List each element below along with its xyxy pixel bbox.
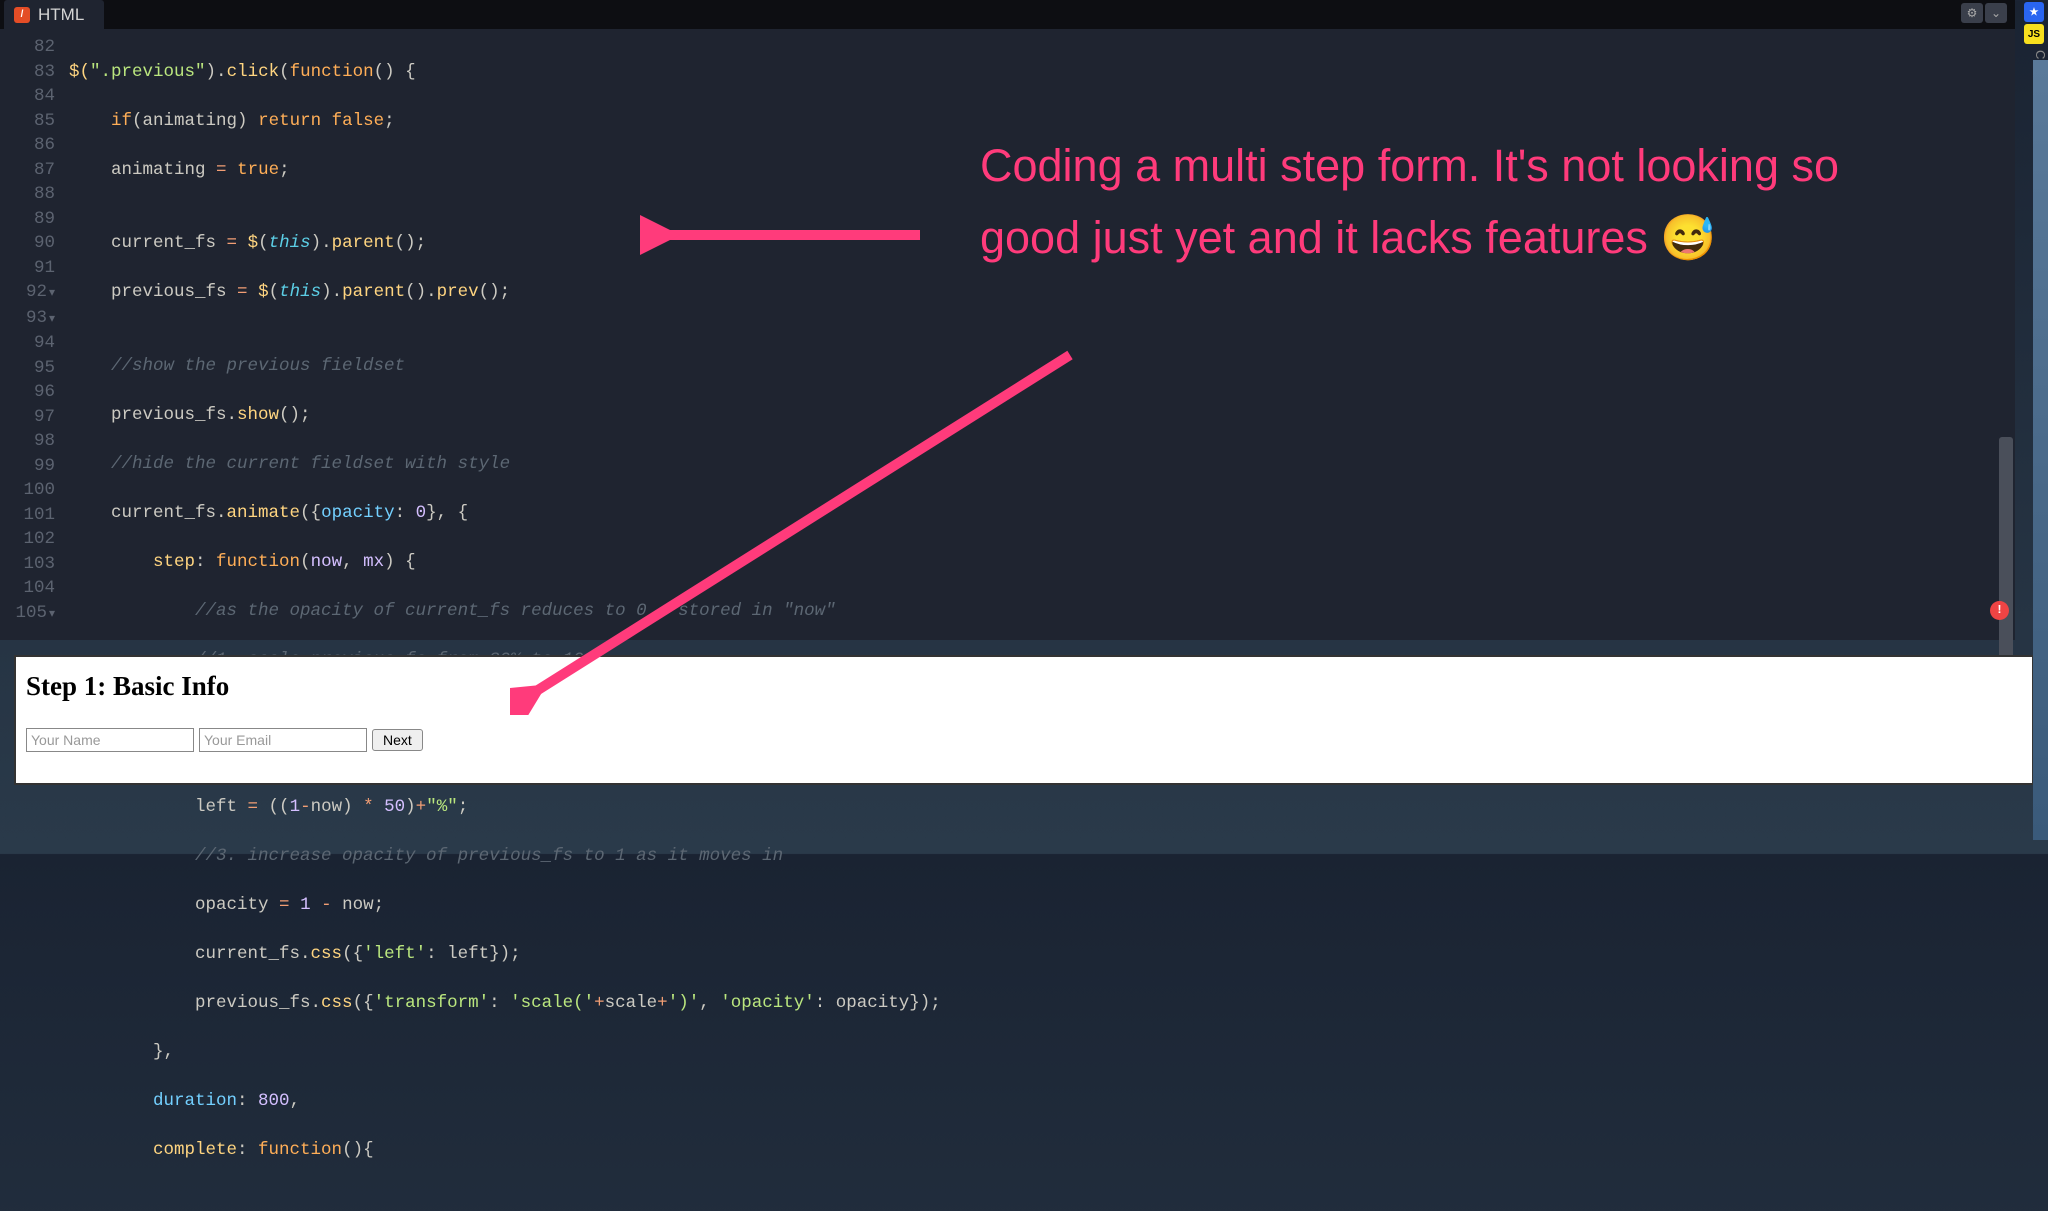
tab-label: HTML [38, 5, 84, 25]
fold-icon[interactable]: ▾ [49, 312, 55, 326]
fold-icon[interactable]: ▾ [49, 286, 55, 300]
css-panel-tab[interactable]: ★ [2024, 2, 2044, 22]
editor-panel: / HTML ⚙ ⌄ 82 83 84 85 86 87 88 89 90 91… [0, 0, 2015, 640]
next-button[interactable]: Next [372, 729, 423, 751]
preview-form: Next [26, 728, 2022, 752]
code-editor[interactable]: 82 83 84 85 86 87 88 89 90 91 92▾ 93▾ 94… [0, 29, 2015, 640]
name-input[interactable] [26, 728, 194, 752]
chevron-down-icon: ⌄ [1991, 6, 2001, 20]
desktop-background-edge [2033, 60, 2048, 840]
email-input[interactable] [199, 728, 367, 752]
js-panel-tab[interactable]: JS [2024, 24, 2044, 44]
html-file-icon: / [14, 7, 30, 23]
scrollbar-thumb[interactable] [1999, 437, 2013, 677]
code-content[interactable]: $(".previous").click(function() { if(ani… [69, 35, 2015, 640]
form-step-heading: Step 1: Basic Info [26, 671, 2022, 702]
line-gutter: 82 83 84 85 86 87 88 89 90 91 92▾ 93▾ 94… [0, 35, 69, 640]
settings-button[interactable]: ⚙ [1961, 3, 1983, 23]
tab-html[interactable]: / HTML [4, 0, 104, 29]
error-badge[interactable]: ! [1990, 601, 2009, 620]
preview-panel: Step 1: Basic Info Next [14, 655, 2034, 785]
fold-icon[interactable]: ▾ [49, 607, 55, 621]
scrollbar[interactable] [1999, 64, 2013, 654]
editor-toolbar: ⚙ ⌄ [1961, 3, 2007, 23]
expand-button[interactable]: ⌄ [1985, 3, 2007, 23]
editor-tab-bar: / HTML [0, 0, 2015, 29]
gear-icon: ⚙ [1967, 6, 1978, 20]
